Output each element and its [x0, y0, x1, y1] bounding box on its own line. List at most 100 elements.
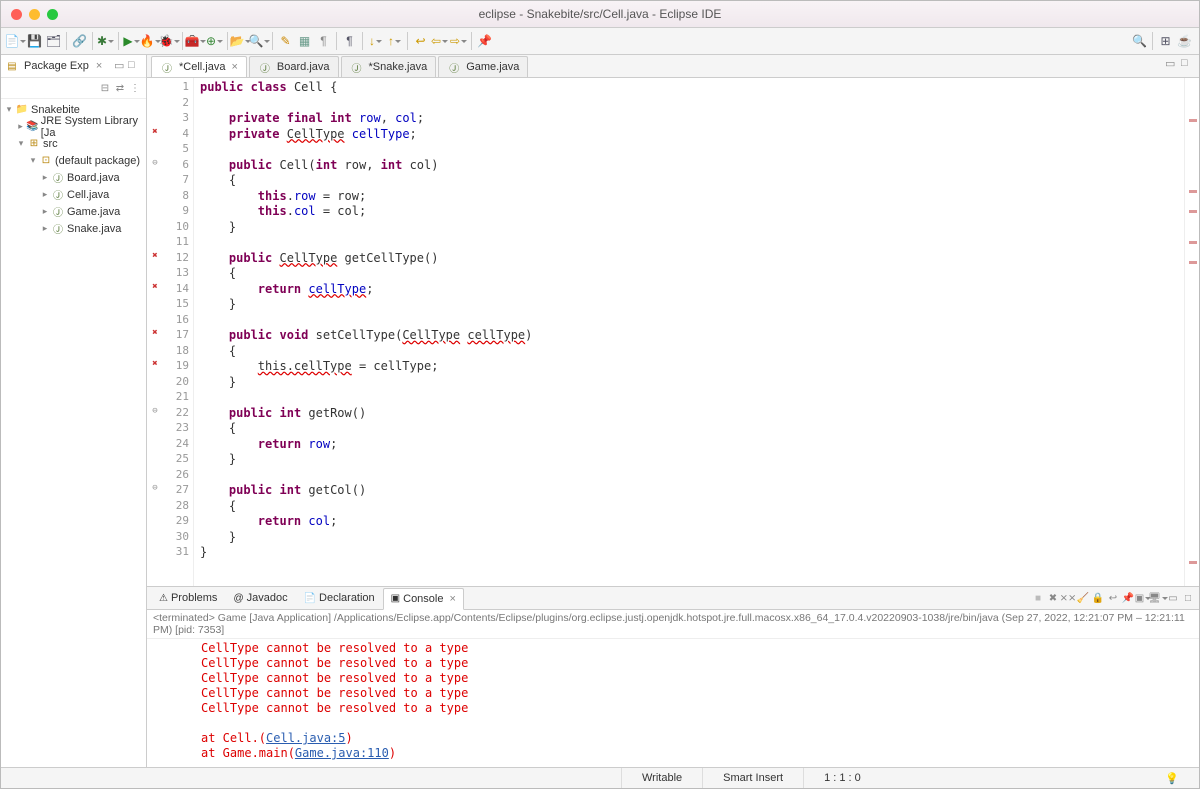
open-perspective-icon[interactable]: ⊞ [1157, 33, 1174, 50]
file-node-board[interactable]: ▸ⒿBoard.java [1, 169, 146, 186]
coverage-icon[interactable]: 🔥 [142, 33, 159, 50]
editor-tab[interactable]: Ⓙ *Snake.java [341, 56, 437, 77]
pilcrow-icon[interactable]: ¶ [341, 33, 358, 50]
save-all-icon[interactable]: 🗂 [45, 33, 62, 50]
overview-ruler[interactable] [1184, 78, 1199, 586]
java-file-icon: Ⓙ [160, 60, 174, 74]
quick-access-icon[interactable]: 🔍 [1131, 33, 1148, 50]
toggle-block-icon[interactable]: ▦ [296, 33, 313, 50]
clear-console-icon[interactable]: 🧹 [1076, 591, 1090, 605]
toggle-mark-icon[interactable]: ✎ [277, 33, 294, 50]
bottom-tab-javadoc[interactable]: @Javadoc [225, 587, 295, 609]
status-insert-mode: Smart Insert [702, 768, 803, 788]
java-file-icon: Ⓙ [350, 60, 364, 74]
tab-label: Console [403, 593, 443, 605]
bottom-tabs: ⚠Problems@Javadoc📄Declaration▣Console× ■… [147, 587, 1199, 610]
code-editor[interactable]: ✖⊖✖✖✖✖⊖⊖ 1234567891011121314151617181920… [147, 78, 1199, 586]
titlebar: eclipse - Snakebite/src/Cell.java - Ecli… [1, 1, 1199, 28]
open-type-icon[interactable]: 📂 [232, 33, 249, 50]
java-file-icon: Ⓙ [258, 60, 272, 74]
status-writable: Writable [621, 768, 702, 788]
search-icon[interactable]: 🔍 [251, 33, 268, 50]
debug-icon[interactable]: 🐞 [161, 33, 178, 50]
line-number-gutter: 1234567891011121314151617181920212223242… [163, 78, 194, 586]
forward-icon[interactable]: ⇨ [450, 33, 467, 50]
main-toolbar: 📄 💾 🗂 🔗 ✱ ▶ 🔥 🐞 🧰 ⊕ 📂 🔍 ✎ ▦ ¶ ¶ ↓ ↑ ↩ ⇦ … [1, 28, 1199, 55]
prev-annotation-icon[interactable]: ↑ [386, 33, 403, 50]
bottom-tab-declaration[interactable]: 📄Declaration [296, 587, 383, 609]
scroll-lock-icon[interactable]: 🔒 [1091, 591, 1105, 605]
close-tab-icon[interactable]: × [449, 593, 455, 605]
bottom-tab-console[interactable]: ▣Console × [383, 588, 464, 610]
stack-trace-link[interactable]: Cell.java:5 [266, 731, 345, 745]
panel-minimize-icon[interactable]: ▭ [1166, 591, 1180, 605]
terminate-icon[interactable]: ■ [1031, 591, 1045, 605]
tab-label: Game.java [466, 61, 519, 73]
java-perspective-icon[interactable]: ☕ [1176, 33, 1193, 50]
new-type-icon[interactable]: ⊕ [206, 33, 223, 50]
bug-icon[interactable]: ✱ [97, 33, 114, 50]
console-output[interactable]: CellType cannot be resolved to a typeCel… [147, 639, 1199, 767]
package-explorer-header: ▤ Package Exp × ▭ □ [1, 55, 146, 78]
toggle-whitespace-icon[interactable]: ¶ [315, 33, 332, 50]
app-window: eclipse - Snakebite/src/Cell.java - Ecli… [0, 0, 1200, 789]
pin-console-icon[interactable]: 📌 [1121, 591, 1135, 605]
editor-tab[interactable]: Ⓙ *Cell.java × [151, 56, 247, 77]
tab-icon: ⚠ [159, 593, 168, 604]
window-title: eclipse - Snakebite/src/Cell.java - Ecli… [1, 7, 1199, 21]
package-tree[interactable]: ▾📁Snakebite ▸📚JRE System Library [Ja ▾⊞s… [1, 99, 146, 767]
minimize-view-icon[interactable]: ▭ [114, 59, 128, 73]
remove-launch-icon[interactable]: ✖ [1046, 591, 1060, 605]
close-view-icon[interactable]: × [92, 60, 106, 72]
default-package-node[interactable]: ▾⊡(default package) [1, 152, 146, 169]
panel-maximize-icon[interactable]: □ [1181, 591, 1195, 605]
editor-tab[interactable]: Ⓙ Game.java [438, 56, 528, 77]
bottom-tab-problems[interactable]: ⚠Problems [151, 587, 225, 609]
code-content[interactable]: public class Cell { private final int ro… [194, 78, 1184, 586]
new-icon[interactable]: 📄 [7, 33, 24, 50]
save-icon[interactable]: 💾 [26, 33, 43, 50]
marker-ruler: ✖⊖✖✖✖✖⊖⊖ [147, 78, 163, 586]
word-wrap-icon[interactable]: ↩ [1106, 591, 1120, 605]
editor-tabs: Ⓙ *Cell.java × Ⓙ Board.java Ⓙ *Snake.java Ⓙ Game… [147, 55, 1199, 78]
package-explorer: ▤ Package Exp × ▭ □ ⊟ ⇄ ⋮ ▾📁Snakebite ▸📚… [1, 55, 147, 767]
collapse-all-icon[interactable]: ⊟ [98, 81, 112, 95]
workbench-body: ▤ Package Exp × ▭ □ ⊟ ⇄ ⋮ ▾📁Snakebite ▸📚… [1, 55, 1199, 767]
ext-tools-icon[interactable]: 🧰 [187, 33, 204, 50]
back-icon[interactable]: ⇦ [431, 33, 448, 50]
run-icon[interactable]: ▶ [123, 33, 140, 50]
editor-tab[interactable]: Ⓙ Board.java [249, 56, 339, 77]
link-editor-icon[interactable]: ⇄ [113, 81, 127, 95]
tab-icon: ▣ [391, 593, 400, 604]
tab-label: *Snake.java [369, 61, 428, 73]
console-toolbar: ■ ✖ ⨯⨯ 🧹 🔒 ↩ 📌 ▣ 🖥 ▭ □ [1031, 591, 1195, 605]
editor-maximize-icon[interactable]: □ [1181, 57, 1195, 71]
editor-area: Ⓙ *Cell.java × Ⓙ Board.java Ⓙ *Snake.java Ⓙ Game… [147, 55, 1199, 767]
stack-trace-link[interactable]: Game.java:110 [295, 746, 389, 760]
pin-icon[interactable]: 📌 [476, 33, 493, 50]
tab-label: Problems [171, 592, 217, 604]
console-header: <terminated> Game [Java Application] /Ap… [147, 610, 1199, 639]
next-annotation-icon[interactable]: ↓ [367, 33, 384, 50]
file-node-snake[interactable]: ▸ⒿSnake.java [1, 220, 146, 237]
open-console-icon[interactable]: 🖥 [1151, 591, 1165, 605]
tab-label: *Cell.java [179, 61, 225, 73]
status-cursor-position: 1 : 1 : 0 [803, 768, 881, 788]
editor-minimize-icon[interactable]: ▭ [1165, 57, 1179, 71]
maximize-view-icon[interactable]: □ [128, 59, 142, 73]
link-icon[interactable]: 🔗 [71, 33, 88, 50]
package-explorer-toolbar: ⊟ ⇄ ⋮ [1, 78, 146, 99]
tab-label: Board.java [277, 61, 330, 73]
jre-node[interactable]: ▸📚JRE System Library [Ja [1, 118, 146, 135]
tip-icon[interactable]: 💡 [1145, 768, 1199, 788]
package-explorer-title: Package Exp [24, 60, 89, 72]
last-edit-icon[interactable]: ↩ [412, 33, 429, 50]
view-menu-icon[interactable]: ⋮ [128, 81, 142, 95]
remove-all-icon[interactable]: ⨯⨯ [1061, 591, 1075, 605]
file-node-game[interactable]: ▸ⒿGame.java [1, 203, 146, 220]
package-explorer-icon: ▤ [5, 59, 19, 73]
tab-icon: @ [233, 593, 243, 604]
file-node-cell[interactable]: ▸ⒿCell.java [1, 186, 146, 203]
close-tab-icon[interactable]: × [231, 61, 237, 73]
java-file-icon: Ⓙ [447, 60, 461, 74]
